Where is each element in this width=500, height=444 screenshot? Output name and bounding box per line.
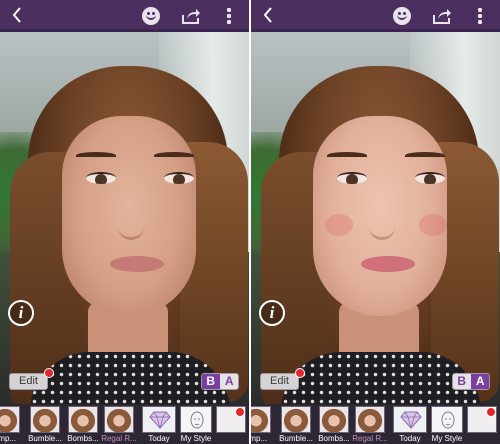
look-item[interactable]: Bombs... (67, 406, 99, 444)
look-item-selected[interactable]: Regal R... (101, 406, 137, 444)
look-item-label: Regal R... (352, 434, 388, 443)
chevron-left-icon[interactable] (8, 5, 26, 25)
share-icon[interactable] (432, 7, 452, 25)
overflow-menu-icon[interactable] (477, 8, 483, 24)
info-icon[interactable]: i (259, 300, 285, 326)
my-style-item[interactable]: My Style (431, 406, 463, 444)
look-item[interactable]: amp... (251, 406, 271, 444)
after-panel: i Edit B A amp... Bumble... Bombs... Reg… (251, 0, 500, 444)
look-item-label: Bombs... (318, 434, 350, 443)
info-icon[interactable]: i (8, 300, 34, 326)
before-after-toggle[interactable]: B A (452, 373, 490, 390)
notification-dot-icon (486, 407, 496, 417)
look-item-label: Bumble... (279, 434, 313, 443)
look-item[interactable]: amp... (0, 406, 20, 444)
edit-button-label: Edit (270, 375, 289, 387)
look-item-label: amp... (0, 434, 17, 443)
before-option[interactable]: B (202, 374, 220, 389)
before-option[interactable]: B (453, 374, 471, 389)
overflow-menu-icon[interactable] (226, 8, 232, 24)
look-carousel: amp... Bumble... Bombs... Regal R... Tod… (0, 404, 249, 444)
look-item-label: My Style (431, 434, 463, 443)
after-option[interactable]: A (220, 374, 238, 389)
look-item-selected[interactable]: Regal R... (352, 406, 388, 444)
edit-button[interactable]: Edit (9, 368, 54, 390)
edit-button[interactable]: Edit (260, 368, 305, 390)
edit-button-label: Edit (19, 375, 38, 387)
share-icon[interactable] (181, 7, 201, 25)
chevron-left-icon[interactable] (259, 5, 277, 25)
my-style-item[interactable]: My Style (180, 406, 212, 444)
smiley-icon[interactable] (393, 7, 411, 25)
look-item-label: My Style (180, 434, 212, 443)
before-after-toggle[interactable]: B A (201, 373, 239, 390)
look-item-partial[interactable] (216, 406, 246, 444)
after-face-photo (251, 32, 500, 404)
before-face-photo (0, 32, 249, 404)
look-item-partial[interactable] (467, 406, 497, 444)
look-item[interactable]: Bombs... (318, 406, 350, 444)
notification-dot-icon (235, 407, 245, 417)
smiley-icon[interactable] (142, 7, 160, 25)
notification-dot-icon (44, 368, 54, 378)
look-carousel: amp... Bumble... Bombs... Regal R... Tod… (251, 404, 500, 444)
look-item-label: Bombs... (67, 434, 99, 443)
diamond-icon (400, 411, 422, 429)
today-look-item[interactable]: Today (393, 406, 427, 444)
look-item-label: amp... (251, 434, 268, 443)
after-option[interactable]: A (471, 374, 489, 389)
top-app-bar (0, 0, 249, 32)
look-item[interactable]: Bumble... (28, 406, 62, 444)
before-panel: i Edit B A amp... Bumble... Bombs... Reg… (0, 0, 249, 444)
diamond-icon (149, 411, 171, 429)
notification-dot-icon (295, 368, 305, 378)
look-item-label: Today (399, 434, 421, 443)
look-item-label: Regal R... (101, 434, 137, 443)
look-item-label: Bumble... (28, 434, 62, 443)
look-item[interactable]: Bumble... (279, 406, 313, 444)
look-item-label: Today (148, 434, 170, 443)
today-look-item[interactable]: Today (142, 406, 176, 444)
top-app-bar (251, 0, 500, 32)
